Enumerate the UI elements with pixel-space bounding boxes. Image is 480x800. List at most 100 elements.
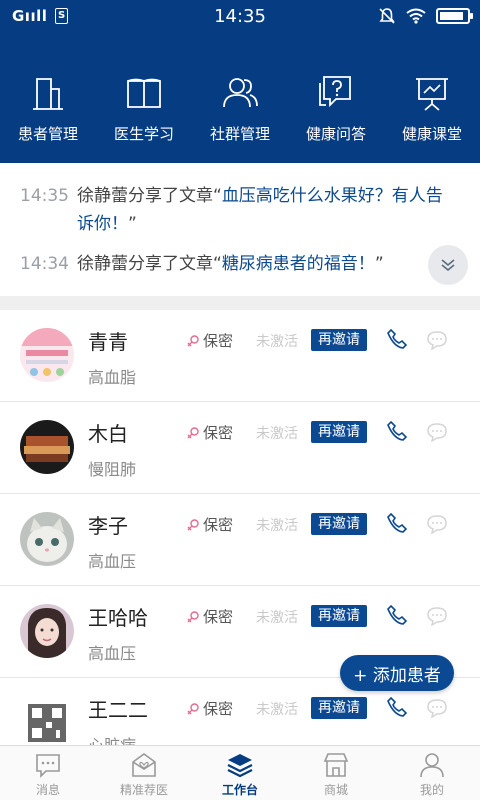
- feed-item[interactable]: 14:35 徐静蕾分享了文章“血压高吃什么水果好？有人告诉你！”: [20, 182, 456, 238]
- avatar: [20, 512, 74, 566]
- avatar: [20, 604, 74, 658]
- nav-community-management[interactable]: 社群管理: [192, 33, 288, 163]
- feed-text: 徐静蕾分享了文章“血压高吃什么水果好？有人告诉你！”: [77, 182, 456, 238]
- chat-icon[interactable]: [426, 422, 448, 442]
- question-bubble-icon: [319, 76, 351, 108]
- gender-icon: [187, 334, 199, 346]
- phone-icon[interactable]: [386, 420, 408, 442]
- tab-workbench[interactable]: 工作台: [192, 746, 288, 800]
- phone-icon[interactable]: [386, 604, 408, 626]
- feed-prefix: 徐静蕾分享了文章“: [77, 186, 222, 206]
- add-patient-button[interactable]: + 添加患者: [340, 655, 454, 691]
- section-divider: [0, 296, 480, 310]
- gender-icon: [187, 610, 199, 622]
- patient-condition: 高血压: [88, 644, 137, 663]
- phone-icon[interactable]: [386, 328, 408, 350]
- status-bar: Gııll S 14:35: [0, 0, 480, 33]
- patient-condition: 高血压: [88, 552, 137, 571]
- battery-level: [440, 12, 464, 20]
- nav-label: 健康课堂: [401, 125, 462, 143]
- presentation-board-icon: [416, 78, 448, 111]
- nav-doctor-learning[interactable]: 医生学习: [96, 33, 192, 163]
- nav-label: 健康问答: [305, 125, 366, 143]
- chat-icon[interactable]: [426, 330, 448, 350]
- expand-feed-button[interactable]: [428, 245, 468, 285]
- feed-text: 徐静蕾分享了文章“糖尿病患者的福音！”: [77, 250, 384, 278]
- feed-prefix: 徐静蕾分享了文章“: [77, 254, 222, 274]
- tab-messages[interactable]: 消息: [0, 746, 96, 800]
- nav-health-classroom[interactable]: 健康课堂: [384, 33, 480, 163]
- reinvite-button[interactable]: 再邀请: [311, 421, 367, 443]
- nav-label: 医生学习: [113, 125, 174, 143]
- feed-item[interactable]: 14:34 徐静蕾分享了文章“糖尿病患者的福音！”: [20, 250, 410, 278]
- chevron-double-down-icon: [441, 259, 455, 272]
- tab-label: 工作台: [221, 783, 258, 797]
- chat-icon[interactable]: [426, 606, 448, 626]
- gender-icon: [187, 426, 199, 438]
- activation-status: 未激活: [256, 610, 298, 626]
- gender: 保密: [186, 698, 233, 719]
- gender-icon: [187, 702, 199, 714]
- gender-label: 保密: [203, 424, 234, 442]
- patient-row[interactable]: 李子 高血压 保密 未激活 再邀请: [0, 494, 480, 586]
- patient-condition: 慢阻肺: [88, 460, 137, 479]
- tab-label: 商城: [323, 783, 348, 797]
- gender-label: 保密: [203, 700, 234, 718]
- tab-profile[interactable]: 我的: [384, 746, 480, 800]
- nav-patient-management[interactable]: 患者管理: [0, 33, 96, 163]
- tab-label: 我的: [419, 783, 444, 797]
- activation-status: 未激活: [256, 702, 298, 718]
- chat-icon[interactable]: [426, 514, 448, 534]
- gender-label: 保密: [203, 608, 234, 626]
- tab-label: 消息: [35, 783, 60, 797]
- nav-label: 患者管理: [17, 125, 78, 143]
- activation-status: 未激活: [256, 334, 298, 350]
- patient-condition: 心脏病: [88, 732, 136, 745]
- tab-label: 精准荐医: [119, 783, 168, 797]
- feed-suffix: ”: [128, 214, 137, 234]
- person-icon: [420, 753, 444, 778]
- gender: 保密: [186, 422, 233, 443]
- patient-name: 李子: [88, 514, 128, 538]
- bottom-tab-bar: 消息 精准荐医 工作台 商城 我的: [0, 745, 480, 800]
- group-icon: [223, 78, 258, 108]
- book-icon: [127, 78, 161, 108]
- patient-name: 王二二: [88, 698, 148, 722]
- patient-row[interactable]: 木白 慢阻肺 保密 未激活 再邀请: [0, 402, 480, 494]
- building-icon: [33, 78, 63, 110]
- reinvite-button[interactable]: 再邀请: [311, 697, 367, 719]
- heart-envelope-icon: [132, 753, 156, 777]
- avatar: [20, 420, 74, 474]
- wifi-icon: [406, 8, 426, 24]
- nav-label: 社群管理: [209, 125, 270, 143]
- article-link[interactable]: 糖尿病患者的福音！: [222, 254, 375, 274]
- patient-condition: 高血脂: [88, 368, 137, 387]
- gender-icon: [187, 518, 199, 530]
- phone-icon[interactable]: [386, 512, 408, 534]
- patient-row[interactable]: 青青 高血脂 保密 未激活 再邀请: [0, 310, 480, 402]
- chat-icon[interactable]: [426, 698, 448, 718]
- avatar: [20, 328, 74, 382]
- activation-status: 未激活: [256, 426, 298, 442]
- avatar: [20, 696, 74, 745]
- activation-status: 未激活: [256, 518, 298, 534]
- patient-name: 青青: [88, 330, 128, 354]
- feed-time: 14:35: [20, 186, 69, 206]
- nav-health-qa[interactable]: 健康问答: [288, 33, 384, 163]
- gender: 保密: [186, 606, 233, 627]
- gender-label: 保密: [203, 332, 234, 350]
- gender: 保密: [186, 514, 233, 535]
- reinvite-button[interactable]: 再邀请: [311, 605, 367, 627]
- tab-mall[interactable]: 商城: [288, 746, 384, 800]
- status-icons: [378, 7, 473, 25]
- patient-name: 王哈哈: [88, 606, 148, 630]
- phone-icon[interactable]: [386, 696, 408, 718]
- reinvite-button[interactable]: 再邀请: [311, 513, 367, 535]
- activity-feed: 14:35 徐静蕾分享了文章“血压高吃什么水果好？有人告诉你！” 14:34 徐…: [0, 163, 480, 296]
- feature-grid: 患者管理 医生学习 社群管理 健康问答 健康课堂: [0, 33, 480, 163]
- patient-name: 木白: [88, 422, 128, 446]
- feed-time: 14:34: [20, 254, 69, 274]
- tab-recommend-doctor[interactable]: 精准荐医: [96, 746, 192, 800]
- gender-label: 保密: [203, 516, 234, 534]
- reinvite-button[interactable]: 再邀请: [311, 329, 367, 351]
